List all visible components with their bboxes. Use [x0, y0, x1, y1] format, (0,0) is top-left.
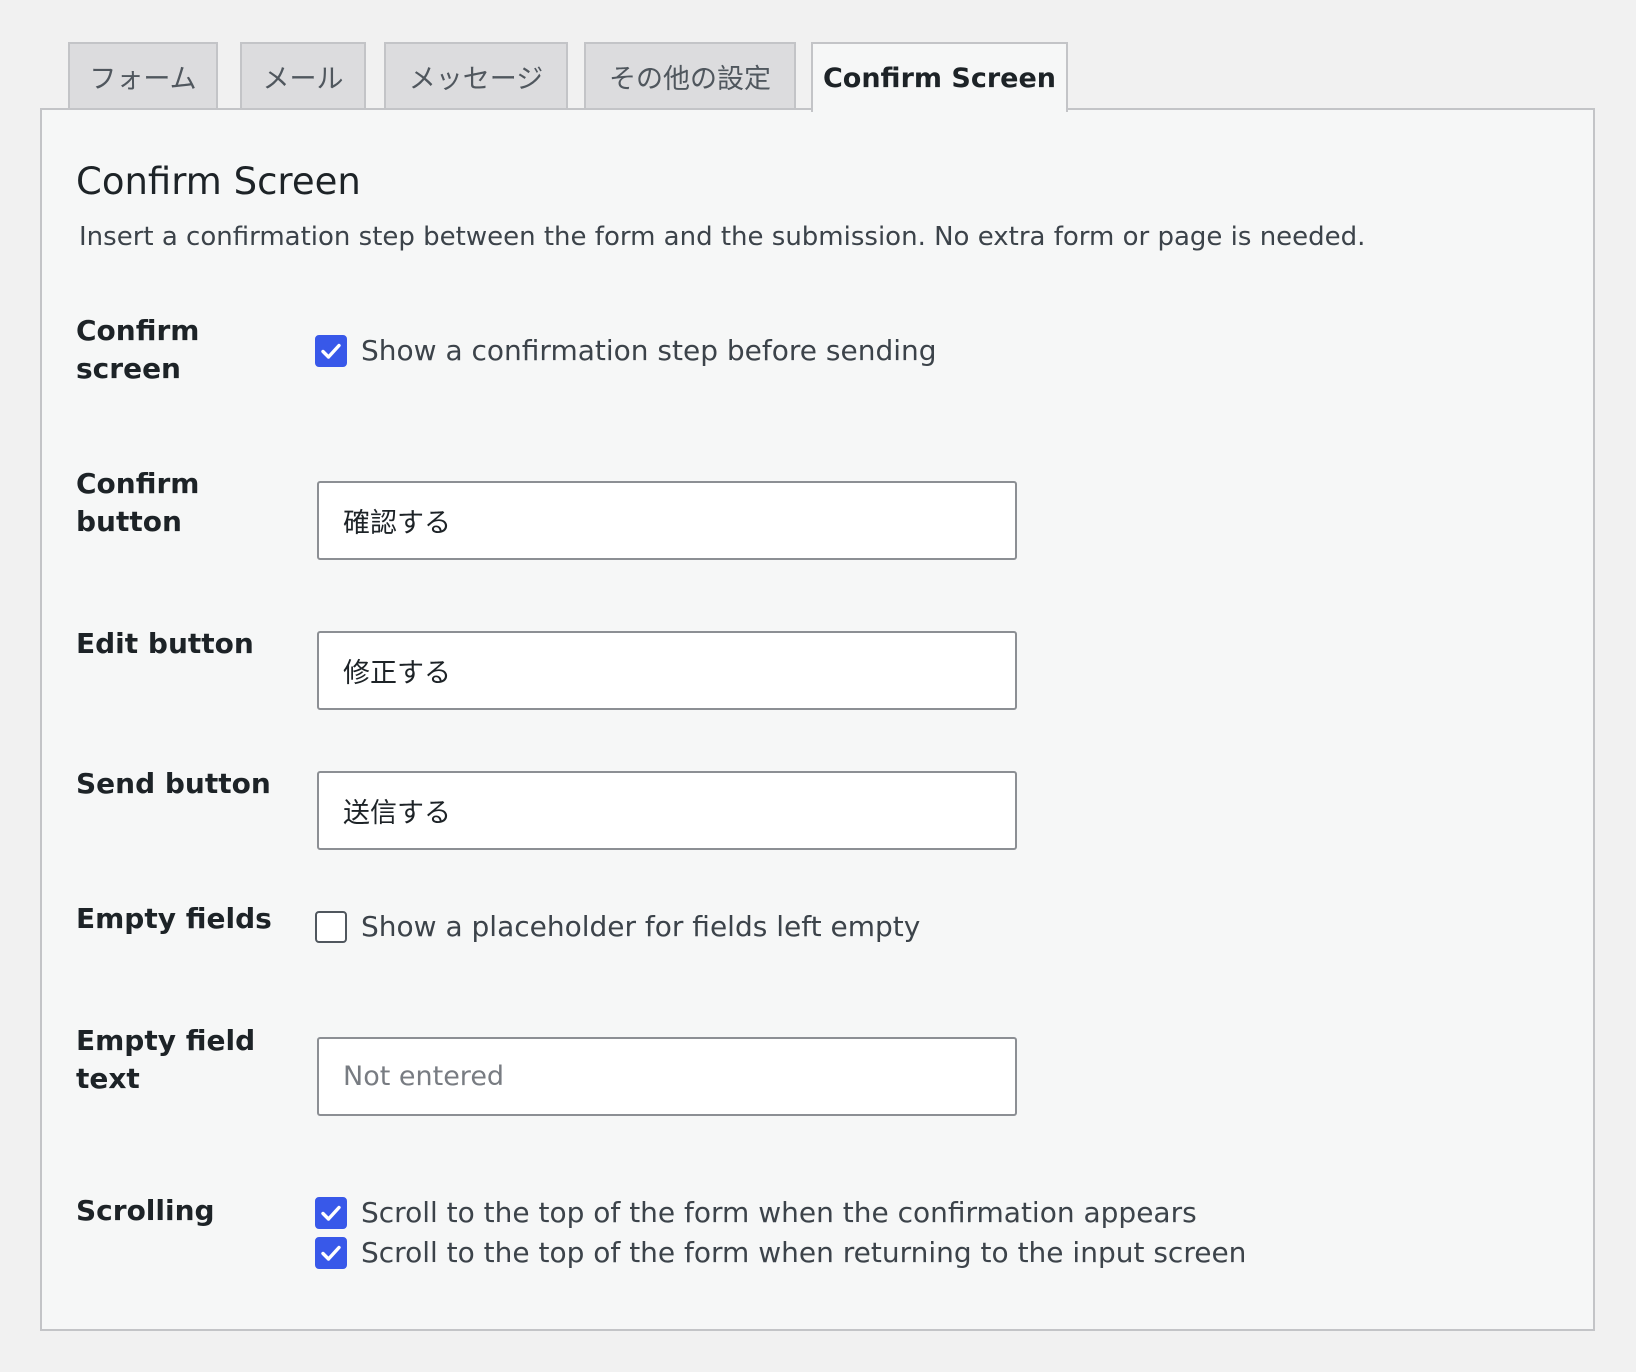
empty-fields-checkbox-label: Show a placeholder for fields left empty	[361, 910, 921, 943]
scroll-on-return-label: Scroll to the top of the form when retur…	[361, 1236, 1247, 1269]
tab-other-settings[interactable]: その他の設定	[584, 42, 796, 109]
confirm-screen-checkbox[interactable]	[315, 334, 347, 367]
edit-button-label: Edit button	[76, 627, 254, 660]
confirm-screen-label: Confirm screen	[76, 314, 200, 385]
edit-button-text-input[interactable]	[317, 631, 1017, 710]
confirm-screen-panel: Confirm Screen Insert a confirmation ste…	[40, 108, 1595, 1331]
empty-fields-checkbox[interactable]	[315, 910, 347, 943]
empty-field-text-input[interactable]	[317, 1037, 1017, 1116]
confirm-button-label: Confirm button	[76, 467, 200, 538]
scroll-on-return-option[interactable]: Scroll to the top of the form when retur…	[315, 1236, 1246, 1269]
scroll-on-confirm-option[interactable]: Scroll to the top of the form when the c…	[315, 1196, 1197, 1229]
tab-messages[interactable]: メッセージ	[384, 42, 568, 109]
panel-title: Confirm Screen	[76, 160, 361, 203]
send-button-label: Send button	[76, 767, 271, 800]
scroll-on-confirm-checkbox[interactable]	[315, 1196, 347, 1229]
empty-field-text-label: Empty field text	[76, 1024, 256, 1095]
empty-fields-option[interactable]: Show a placeholder for fields left empty	[315, 910, 920, 943]
scrolling-label: Scrolling	[76, 1194, 215, 1227]
scroll-on-confirm-label: Scroll to the top of the form when the c…	[361, 1196, 1197, 1229]
empty-fields-label: Empty fields	[76, 902, 272, 935]
checkmark-icon	[321, 1245, 341, 1261]
confirm-screen-checkbox-label: Show a confirmation step before sending	[361, 334, 937, 367]
checkmark-icon	[321, 343, 341, 359]
scroll-on-return-checkbox[interactable]	[315, 1236, 347, 1269]
tab-confirm-screen[interactable]: Confirm Screen	[811, 42, 1068, 112]
confirm-button-text-input[interactable]	[317, 481, 1017, 560]
checkmark-icon	[321, 1205, 341, 1221]
confirm-screen-option[interactable]: Show a confirmation step before sending	[315, 334, 937, 367]
send-button-text-input[interactable]	[317, 771, 1017, 850]
panel-description: Insert a confirmation step between the f…	[79, 222, 1366, 252]
tab-mail[interactable]: メール	[240, 42, 366, 109]
tab-form[interactable]: フォーム	[68, 42, 218, 109]
